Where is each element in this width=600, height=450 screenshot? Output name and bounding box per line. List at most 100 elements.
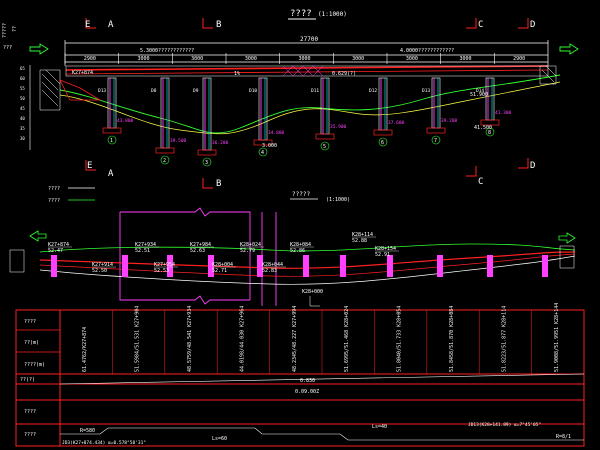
legend-row-1: ???? <box>48 186 60 192</box>
pier-1: D13 43.000 1 <box>98 77 134 145</box>
plan-pier-7 <box>340 255 346 277</box>
mark-e-top: E <box>85 20 90 30</box>
plan-pier-8 <box>387 255 393 277</box>
mark-b-bottom: B <box>216 179 221 189</box>
pier-elev-4: 34.800 <box>268 130 285 136</box>
pier-tag-7: D13 <box>422 88 430 94</box>
pier-2: D8 39.500 2 <box>151 77 187 165</box>
mark-a-bottom: A <box>108 169 114 179</box>
table-col-6: 51.6995/51.468 K28+024 <box>344 306 350 372</box>
dim-total: 27700 <box>300 36 318 43</box>
svg-text:55: 55 <box>20 86 25 91</box>
row-label-3: ????(m) <box>24 362 45 368</box>
plan-pier-1 <box>51 255 57 277</box>
plan-station-elev-10: 52.88 <box>352 238 367 244</box>
pier-tag-3: D9 <box>193 88 199 94</box>
row-label-6: ???? <box>24 432 36 438</box>
gradient-value: 0.830 <box>300 378 315 384</box>
piers: D13 43.000 1 D8 39.500 2 D9 36.200 3 D10 34.800 4 D1… <box>98 77 512 167</box>
dim-top-left-label: 5.3000???????????? <box>140 48 194 54</box>
pier-elev-1: 43.000 <box>117 118 134 124</box>
curve-right: R=8/1 <box>556 434 571 440</box>
plan-station-elev-1: 52.47 <box>48 248 63 254</box>
elev-level-1: 51.900 <box>470 92 488 98</box>
pier-6: D12 37.600 6 <box>369 77 405 147</box>
span-dim-5: 3000 <box>299 56 311 62</box>
svg-text:35: 35 <box>20 126 25 131</box>
profile-table: ???? ??(m) ????(m) ??(?) ???? ???? 61.47… <box>15 303 585 447</box>
span-dim-3: 3000 <box>191 56 203 62</box>
table-col-8: 51.8458/51.870 K28+084 <box>449 306 455 372</box>
mark-c-bottom: C <box>478 177 483 187</box>
pier-elev-3: 36.200 <box>212 140 229 146</box>
span-dim-4: 3000 <box>245 56 257 62</box>
mark-a-top: A <box>108 20 114 30</box>
bottom-note-1: JD3(K27+874.434) α=0.578°58'31" <box>62 440 146 446</box>
table-col-3: 48.5759/48.541 K27+934 <box>187 306 193 372</box>
svg-text:50: 50 <box>20 96 25 101</box>
pier-number-5: 5 <box>323 144 326 150</box>
plan-pier-6 <box>303 255 309 277</box>
row-label-2: ??(m) <box>24 340 39 346</box>
pier-3: D9 36.200 3 <box>193 77 229 167</box>
elevation-view: ???? (1:1000) E A B C D 27700 5.3000????… <box>2 9 579 204</box>
plan-station-elev-11: 52.91 <box>375 252 390 258</box>
bottom-note-3: Ls=40 <box>372 424 387 430</box>
mark-d-bottom: D <box>530 161 535 171</box>
elev-level-2: 41.500 <box>474 125 492 131</box>
plan-view: ????? (1:1000) K27+87452.47K27+91452.50K… <box>9 191 576 307</box>
pier-elev-2: 39.500 <box>170 138 187 144</box>
row-label-5: ???? <box>24 409 36 415</box>
pier-elev-5: 35.900 <box>330 124 347 130</box>
svg-text:40: 40 <box>20 116 25 121</box>
svg-text:??: ?? <box>12 26 18 32</box>
span-dim-6: 3000 <box>352 56 364 62</box>
plan-station-elev-3: 52.51 <box>135 248 150 254</box>
mark-d-top: D <box>530 20 535 30</box>
plan-station-elev-2: 52.50 <box>92 268 107 274</box>
pier-5: D11 35.900 5 <box>311 77 347 151</box>
plan-station-elev-4: 52.53 <box>154 268 169 274</box>
pier-tag-2: D8 <box>151 88 157 94</box>
span-dim-2: 3000 <box>138 56 150 62</box>
table-col-2: 51.5984/51.531 K27+904 <box>135 306 141 372</box>
pier-elev-6: 37.600 <box>388 120 405 126</box>
arrow-left <box>29 43 49 55</box>
pier-tag-5: D11 <box>311 88 319 94</box>
svg-text:???: ??? <box>3 45 12 51</box>
pier-tag-1: D13 <box>98 88 106 94</box>
plan-station-elev-9: 52.86 <box>290 248 305 254</box>
plan-station-labels: K27+87452.47K27+91452.50K27+93452.51K27+… <box>48 232 399 274</box>
table-col-4: 44.0198/44.030 K27+964 <box>239 306 245 372</box>
mark-e-bottom: E <box>87 161 92 171</box>
row-label-4: ??(?) <box>20 377 35 383</box>
pier-number-2: 2 <box>163 158 166 164</box>
span-dim-8: 3000 <box>460 56 472 62</box>
pier-tag-4: D10 <box>249 88 257 94</box>
span-dim-7: 3000 <box>406 56 418 62</box>
pier-7: D13 39.200 7 <box>422 77 458 145</box>
dim-top-right-label: 4.0000???????????? <box>400 48 454 54</box>
plan-station-elev-5: 52.63 <box>190 248 205 254</box>
plan-arrow-left <box>29 230 47 242</box>
plan-station-elev-7: 52.79 <box>240 248 255 254</box>
plan-station-elev-8: 52.83 <box>262 268 277 274</box>
legend-row-2: ???? <box>48 198 60 204</box>
elev-bridge-mid: 0.629(?) <box>332 71 356 77</box>
arrow-right <box>559 43 579 55</box>
elev-left-station: K27+874 <box>72 70 93 76</box>
svg-text:45: 45 <box>20 106 25 111</box>
plan-station-elev-6: 52.71 <box>212 268 227 274</box>
bottom-note-4: JD13(K28+141.89) α=7°45'05" <box>468 422 541 428</box>
plan-pier-10 <box>487 255 493 277</box>
mark-b-top: B <box>216 20 221 30</box>
elevation-scale: (1:1000) <box>318 11 347 18</box>
pier-elev-8: 41.300 <box>495 110 512 116</box>
table-col-7: 51.8040/51.733 K28+054 <box>397 306 403 372</box>
svg-text:60: 60 <box>20 76 25 81</box>
span-dim-9: 2900 <box>513 56 525 62</box>
svg-text:30: 30 <box>20 136 25 141</box>
plan-pier-9 <box>437 255 443 277</box>
cad-drawing: ???? (1:1000) E A B C D 27700 5.3000????… <box>2 9 585 447</box>
plan-mid-bottom-1: K28+000 <box>302 289 323 295</box>
